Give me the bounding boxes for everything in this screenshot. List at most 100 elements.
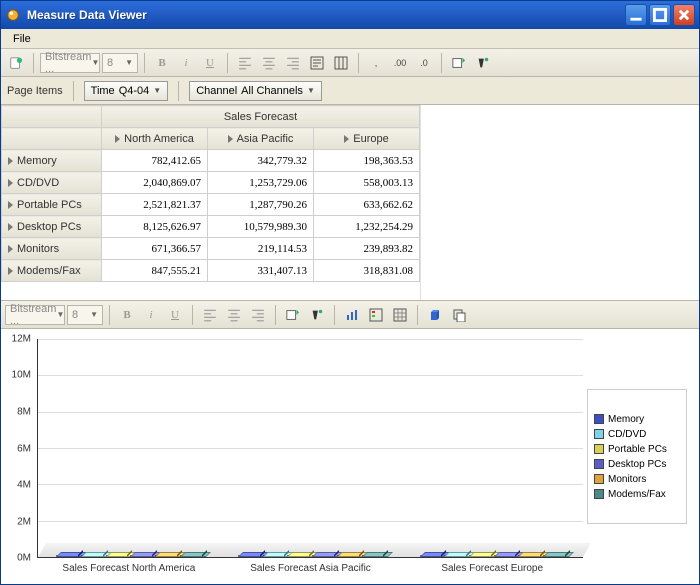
font-size-select[interactable]: 8▼ bbox=[102, 53, 138, 73]
grid-cell[interactable]: 198,363.53 bbox=[314, 150, 420, 172]
grid-row-header[interactable]: Monitors bbox=[2, 238, 102, 260]
titlebar[interactable]: Measure Data Viewer bbox=[1, 1, 699, 29]
format-dialog-button[interactable] bbox=[448, 52, 470, 74]
align-left-button[interactable] bbox=[199, 304, 221, 326]
table-row[interactable]: Desktop PCs8,125,626.9710,579,989.301,23… bbox=[2, 216, 420, 238]
table-row[interactable]: CD/DVD2,040,869.071,253,729.06558,003.13 bbox=[2, 172, 420, 194]
chart-gridlines-button[interactable] bbox=[389, 304, 411, 326]
toolbar-chart: Bitstream ...▼ 8▼ B i U bbox=[1, 301, 699, 329]
chart-category-label: Sales Forecast Europe bbox=[401, 557, 583, 574]
toolbar-separator bbox=[358, 53, 359, 73]
font-name-select[interactable]: Bitstream ...▼ bbox=[40, 53, 100, 73]
grid-cell[interactable]: 1,232,254.29 bbox=[314, 216, 420, 238]
grid-super-header[interactable]: Sales Forecast bbox=[102, 106, 420, 128]
font-size-value: 8 bbox=[72, 309, 78, 321]
legend-item[interactable]: Memory bbox=[594, 414, 680, 425]
legend-label: Memory bbox=[608, 414, 644, 425]
chevron-down-icon: ▼ bbox=[307, 86, 315, 95]
chart-legend-button[interactable] bbox=[365, 304, 387, 326]
page-time-value: Q4-04 bbox=[119, 85, 150, 97]
bold-button[interactable]: B bbox=[116, 304, 138, 326]
italic-button[interactable]: i bbox=[175, 52, 197, 74]
legend-swatch bbox=[594, 444, 604, 454]
grid-cell[interactable]: 2,521,821.37 bbox=[102, 194, 208, 216]
options-button[interactable] bbox=[5, 52, 27, 74]
chart-font-name-select[interactable]: Bitstream ...▼ bbox=[5, 305, 65, 325]
legend-label: Portable PCs bbox=[608, 444, 667, 455]
grid-cell[interactable]: 239,893.82 bbox=[314, 238, 420, 260]
grid-row-header[interactable]: Memory bbox=[2, 150, 102, 172]
chart-type-bar-button[interactable] bbox=[341, 304, 363, 326]
chart-category-label: Sales Forecast North America bbox=[38, 557, 220, 574]
grid-cell[interactable]: 782,412.65 bbox=[102, 150, 208, 172]
page-channel-select[interactable]: Channel All Channels ▼ bbox=[189, 81, 322, 101]
chart-3d-button[interactable] bbox=[424, 304, 446, 326]
close-button[interactable] bbox=[673, 4, 695, 26]
align-center-button[interactable] bbox=[223, 304, 245, 326]
grid-cell[interactable]: 318,831.08 bbox=[314, 260, 420, 282]
minimize-button[interactable] bbox=[625, 4, 647, 26]
underline-button[interactable]: U bbox=[164, 304, 186, 326]
grid-row-header[interactable]: Portable PCs bbox=[2, 194, 102, 216]
grid-row-header[interactable]: Desktop PCs bbox=[2, 216, 102, 238]
app-window: Measure Data Viewer File Bitstream ...▼ … bbox=[0, 0, 700, 585]
grid-cell[interactable]: 10,579,989.30 bbox=[208, 216, 314, 238]
format-toolbar-button[interactable] bbox=[472, 52, 494, 74]
chart-y-axis: 0M2M4M6M8M10M12M bbox=[1, 339, 35, 558]
align-right-button[interactable] bbox=[247, 304, 269, 326]
grid-cell[interactable]: 2,040,869.07 bbox=[102, 172, 208, 194]
menu-file[interactable]: File bbox=[7, 31, 37, 47]
table-row[interactable]: Memory782,412.65342,779.32198,363.53 bbox=[2, 150, 420, 172]
grid-corner[interactable] bbox=[2, 128, 102, 150]
grid-cell[interactable]: 1,287,790.26 bbox=[208, 194, 314, 216]
underline-button[interactable]: U bbox=[199, 52, 221, 74]
chart-format-button[interactable] bbox=[282, 304, 304, 326]
grid-column-header[interactable]: Asia Pacific bbox=[208, 128, 314, 150]
legend-item[interactable]: Monitors bbox=[594, 474, 680, 485]
grid-cell[interactable]: 558,003.13 bbox=[314, 172, 420, 194]
grid-cell[interactable]: 331,407.13 bbox=[208, 260, 314, 282]
table-row[interactable]: Monitors671,366.57219,114.53239,893.82 bbox=[2, 238, 420, 260]
align-center-button[interactable] bbox=[258, 52, 280, 74]
grid-cell[interactable]: 219,114.53 bbox=[208, 238, 314, 260]
grid-row-header[interactable]: Modems/Fax bbox=[2, 260, 102, 282]
grid-cell[interactable]: 1,253,729.06 bbox=[208, 172, 314, 194]
table-row[interactable]: Portable PCs2,521,821.371,287,790.26633,… bbox=[2, 194, 420, 216]
increase-decimal-button[interactable]: .00 bbox=[389, 52, 411, 74]
data-grid[interactable]: Sales Forecast North AmericaAsia Pacific… bbox=[1, 105, 421, 300]
grid-column-header[interactable]: Europe bbox=[314, 128, 420, 150]
grid-cell[interactable]: 671,366.57 bbox=[102, 238, 208, 260]
grid-cell[interactable]: 342,779.32 bbox=[208, 150, 314, 172]
legend-swatch bbox=[594, 414, 604, 424]
grid-cell[interactable]: 633,662.62 bbox=[314, 194, 420, 216]
grid-row-header[interactable]: CD/DVD bbox=[2, 172, 102, 194]
wrap-button[interactable] bbox=[306, 52, 328, 74]
legend-label: Desktop PCs bbox=[608, 459, 666, 470]
bold-button[interactable]: B bbox=[151, 52, 173, 74]
legend-item[interactable]: Modems/Fax bbox=[594, 489, 680, 500]
chart-copy-button[interactable] bbox=[448, 304, 470, 326]
chart-style-button[interactable] bbox=[306, 304, 328, 326]
decimal-button[interactable]: , bbox=[365, 52, 387, 74]
autofit-button[interactable] bbox=[330, 52, 352, 74]
decrease-decimal-button[interactable]: .0 bbox=[413, 52, 435, 74]
grid-cell[interactable]: 847,555.21 bbox=[102, 260, 208, 282]
align-right-button[interactable] bbox=[282, 52, 304, 74]
window-title: Measure Data Viewer bbox=[27, 8, 625, 22]
chart-area[interactable]: 0M2M4M6M8M10M12M Sales Forecast North Am… bbox=[1, 329, 587, 584]
italic-button[interactable]: i bbox=[140, 304, 162, 326]
y-tick-label: 4M bbox=[17, 479, 31, 490]
grid-cell[interactable]: 8,125,626.97 bbox=[102, 216, 208, 238]
grid-corner[interactable] bbox=[2, 106, 102, 128]
page-time-select[interactable]: Time Q4-04 ▼ bbox=[84, 81, 169, 101]
chart-font-size-select[interactable]: 8▼ bbox=[67, 305, 103, 325]
legend-item[interactable]: Portable PCs bbox=[594, 444, 680, 455]
grid-column-header[interactable]: North America bbox=[102, 128, 208, 150]
legend-item[interactable]: CD/DVD bbox=[594, 429, 680, 440]
table-row[interactable]: Modems/Fax847,555.21331,407.13318,831.08 bbox=[2, 260, 420, 282]
legend-item[interactable]: Desktop PCs bbox=[594, 459, 680, 470]
y-tick-label: 2M bbox=[17, 516, 31, 527]
maximize-button[interactable] bbox=[649, 4, 671, 26]
font-name-value: Bitstream ... bbox=[10, 303, 56, 327]
align-left-button[interactable] bbox=[234, 52, 256, 74]
